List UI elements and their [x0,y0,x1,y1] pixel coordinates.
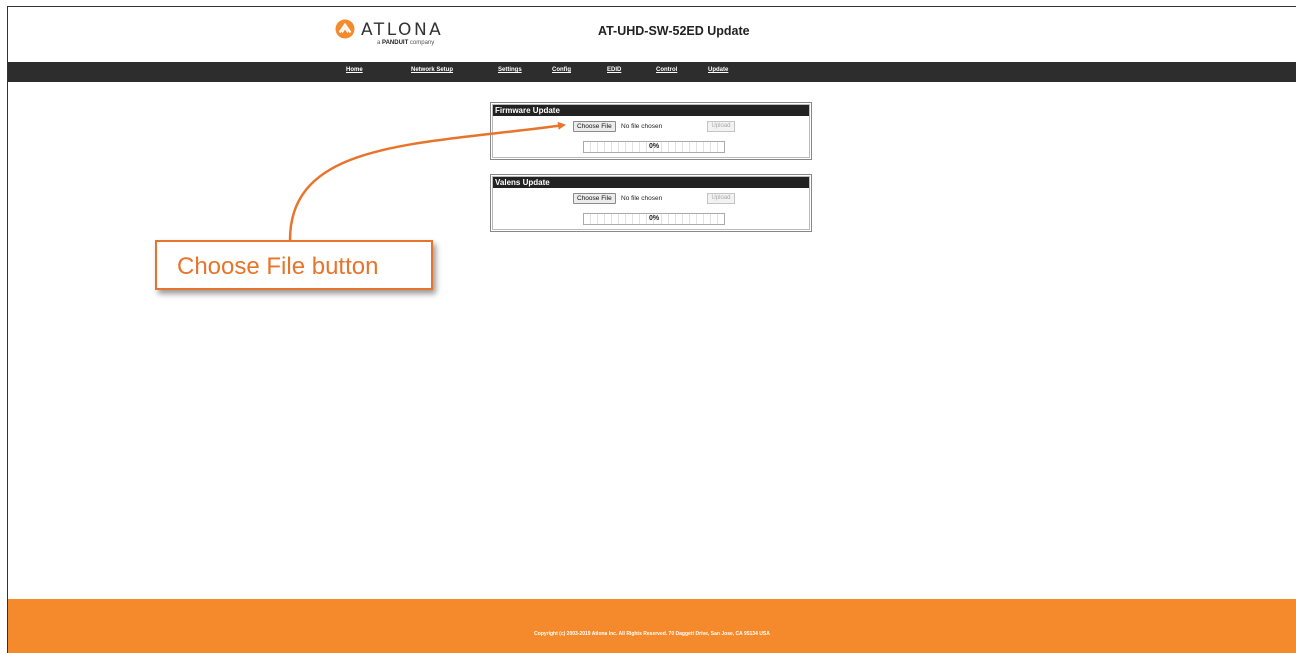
firmware-progress-text: 0% [648,143,660,150]
valens-update-panel: Valens Update Choose File No file chosen… [490,174,812,232]
nav-network-setup[interactable]: Network Setup [411,67,453,73]
nav-settings[interactable]: Settings [498,67,522,73]
firmware-update-title: Firmware Update [493,105,809,116]
valens-file-row: Choose File No file chosen Upload [573,193,773,204]
firmware-update-panel: Firmware Update Choose File No file chos… [490,102,812,160]
valens-file-status: No file chosen [621,195,663,202]
valens-progress-text: 0% [648,215,660,222]
footer-copyright: Copyright (c) 2003-2019 Atlona Inc. All … [534,631,770,637]
atlona-logo-icon [335,19,355,39]
nav-bar: Home Network Setup Settings Config EDID … [8,62,1296,82]
firmware-upload-button[interactable]: Upload [707,121,735,132]
firmware-file-row: Choose File No file chosen Upload [573,121,773,132]
header: ATLONA a PANDUIT company AT-UHD-SW-52ED … [8,7,1296,61]
nav-home[interactable]: Home [346,67,363,73]
nav-edid[interactable]: EDID [607,67,621,73]
logo-wordmark: ATLONA [361,20,444,40]
callout-box: Choose File button [155,240,433,290]
page-title: AT-UHD-SW-52ED Update [598,24,750,38]
valens-update-title: Valens Update [493,177,809,188]
nav-update[interactable]: Update [708,67,728,73]
app-frame: ATLONA a PANDUIT company AT-UHD-SW-52ED … [7,6,1296,653]
logo-tagline: a PANDUIT company [377,40,435,46]
atlona-logo: ATLONA a PANDUIT company [335,19,465,53]
valens-progress-bar: 0% [583,213,725,225]
valens-choose-file-button[interactable]: Choose File [573,193,616,204]
nav-config[interactable]: Config [552,67,571,73]
firmware-file-status: No file chosen [621,123,663,130]
firmware-progress-bar: 0% [583,141,725,153]
firmware-choose-file-button[interactable]: Choose File [573,121,616,132]
nav-control[interactable]: Control [656,67,677,73]
callout-label: Choose File button [177,253,379,280]
footer: Copyright (c) 2003-2019 Atlona Inc. All … [8,599,1296,653]
valens-upload-button[interactable]: Upload [707,193,735,204]
